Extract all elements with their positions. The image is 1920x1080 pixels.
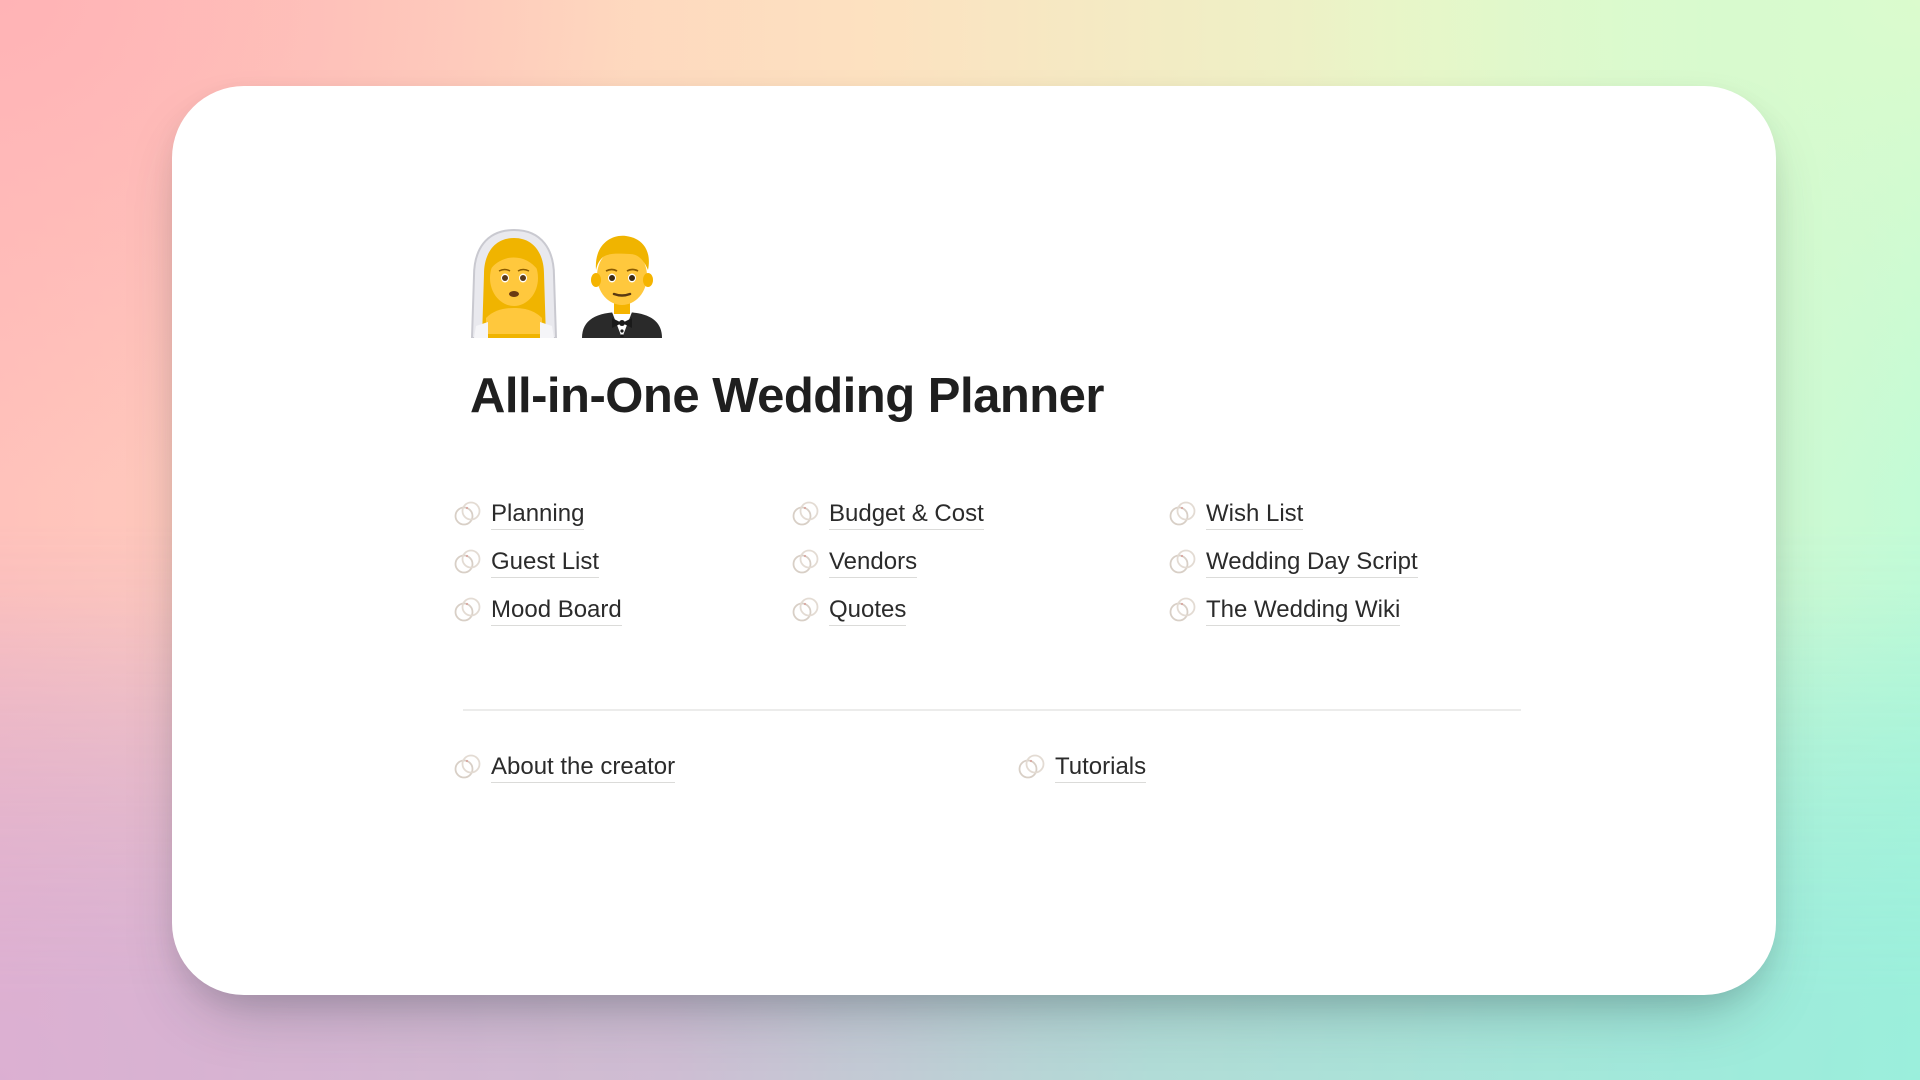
link-label: Budget & Cost [829,499,984,530]
page-card [172,86,1776,995]
link-wedding-day-script[interactable]: Wedding Day Script [1167,545,1418,579]
page-icon[interactable] [464,226,672,338]
wedding-rings-icon [454,754,481,779]
link-the-wedding-wiki[interactable]: The Wedding Wiki [1167,593,1401,627]
link-label: Wedding Day Script [1206,547,1418,578]
wedding-rings-icon [1169,597,1196,622]
link-wish-list[interactable]: Wish List [1167,497,1304,531]
wedding-rings-icon [792,597,819,622]
link-label: Mood Board [491,595,622,626]
link-label: Wish List [1206,499,1304,530]
link-label: About the creator [491,752,676,783]
link-label: Vendors [829,547,918,578]
link-label: Planning [491,499,585,530]
link-vendors[interactable]: Vendors [790,545,918,579]
wedding-rings-icon [792,549,819,574]
wedding-rings-icon [792,501,819,526]
link-label: Quotes [829,595,907,626]
link-mood-board[interactable]: Mood Board [452,593,622,627]
page-title: All-in-One Wedding Planner [470,369,1105,423]
bride-with-veil-emoji [470,228,558,338]
link-planning[interactable]: Planning [452,497,585,531]
wedding-rings-icon [1018,754,1045,779]
link-tutorials[interactable]: Tutorials [1016,750,1147,784]
wedding-rings-icon [454,597,481,622]
link-about-the-creator[interactable]: About the creator [452,750,676,784]
link-quotes[interactable]: Quotes [790,593,907,627]
link-label: Guest List [491,547,600,578]
man-in-tuxedo-emoji [582,235,662,338]
wedding-rings-icon [454,549,481,574]
divider [463,709,1521,711]
wedding-rings-icon [454,501,481,526]
link-budget-cost[interactable]: Budget & Cost [790,497,984,531]
link-label: Tutorials [1055,752,1147,783]
wedding-rings-icon [1169,549,1196,574]
link-guest-list[interactable]: Guest List [452,545,600,579]
wedding-rings-icon [1169,501,1196,526]
link-label: The Wedding Wiki [1206,595,1401,626]
